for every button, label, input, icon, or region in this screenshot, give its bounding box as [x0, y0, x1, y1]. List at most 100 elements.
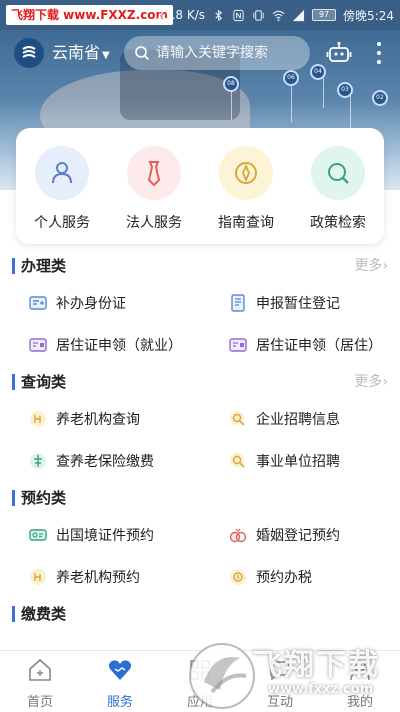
search-input[interactable] [156, 45, 306, 61]
service-label: 申报暂住登记 [256, 296, 340, 312]
section-header: 查询类 更多› [0, 366, 400, 398]
quick-service-label: 政策检索 [310, 215, 366, 231]
id-card-icon [29, 296, 47, 310]
service-item[interactable]: 事业单位招聘 [200, 440, 400, 482]
section-payment: 缴费类 [0, 598, 400, 630]
service-item[interactable]: 居住证申领（就业） [0, 324, 200, 366]
watermark-text: 飞翔下载 www.FXXZ.com [6, 5, 174, 25]
service-item[interactable]: 企业招聘信息 [200, 398, 400, 440]
service-label: 婚姻登记预约 [256, 528, 340, 544]
quick-service-legal[interactable]: 法人服务 [112, 146, 196, 244]
service-item[interactable]: 补办身份证 [0, 282, 200, 324]
heart-icon [108, 660, 132, 680]
search-box[interactable] [124, 36, 310, 70]
more-label: 更多 [354, 374, 383, 390]
section-accent-bar [12, 374, 15, 390]
passport-icon [29, 529, 47, 541]
more-link[interactable]: 更多› [354, 254, 388, 278]
home-icon [29, 658, 51, 681]
residence-card-icon [229, 338, 247, 352]
nav-label: 首页 [26, 695, 53, 710]
marriage-icon [229, 528, 247, 543]
section-accent-bar [12, 606, 15, 622]
network-line [291, 82, 292, 122]
service-item[interactable]: 婚姻登记预约 [200, 514, 400, 556]
watermark-url: www.fxxz.com [268, 682, 374, 697]
magnifier-icon [311, 146, 365, 200]
section-handle: 办理类 更多› 补办身份证 申报暂住登记 居住证申领（就业） 居住证申领（居住） [0, 250, 400, 366]
service-label: 居住证申领（就业） [56, 338, 182, 354]
compass-icon [219, 146, 273, 200]
battery-icon: 97 [312, 9, 337, 21]
nav-service[interactable]: 服务 [80, 651, 160, 712]
residence-card-icon [29, 338, 47, 352]
elderly-icon [30, 411, 46, 427]
vibrate-icon [253, 9, 264, 21]
nav-label: 应用 [186, 695, 213, 710]
section-appointment: 预约类 出国境证件预约 婚姻登记预约 养老机构预约 预约办税 [0, 482, 400, 598]
status-bar: 飞翔下载 www.FXXZ.com 33.8 K/s 97 傍晚5:24 [0, 0, 400, 30]
service-item[interactable]: 养老机构预约 [0, 556, 200, 598]
chevron-down-icon: ▼ [102, 50, 110, 61]
service-label: 出国境证件预约 [56, 528, 154, 544]
clock: 傍晚5:24 [343, 8, 394, 23]
more-link[interactable]: 更多› [354, 370, 388, 394]
service-label: 居住证申领（居住） [256, 338, 382, 354]
network-node: 02 [372, 90, 388, 106]
quick-service-guide[interactable]: 指南查询 [204, 146, 288, 244]
region-label: 云南省 [52, 43, 101, 62]
section-accent-bar [12, 258, 15, 274]
network-node: 04 [310, 64, 326, 80]
watermark-brand: 飞翔下载 [252, 648, 380, 683]
quick-service-label: 个人服务 [34, 215, 90, 231]
chevron-right-icon: › [382, 258, 388, 274]
service-label: 养老机构预约 [56, 570, 140, 586]
nav-apps[interactable]: 应用 [160, 651, 240, 712]
service-label: 查养老保险缴费 [56, 454, 154, 470]
bluetooth-icon [215, 9, 223, 21]
elderly-icon [30, 569, 46, 585]
section-title: 缴费类 [21, 605, 67, 623]
signal-icon [292, 9, 305, 21]
more-menu-icon[interactable] [372, 40, 386, 66]
chevron-right-icon: › [382, 374, 388, 390]
logo-icon [22, 46, 36, 58]
service-label: 企业招聘信息 [256, 412, 340, 428]
region-selector[interactable]: 云南省 ▼ [52, 40, 110, 66]
more-label: 更多 [354, 258, 383, 274]
service-item[interactable]: 出国境证件预约 [0, 514, 200, 556]
person-icon [35, 146, 89, 200]
nfc-icon [233, 9, 244, 21]
network-node: 08 [223, 76, 239, 92]
service-sections: 办理类 更多› 补办身份证 申报暂住登记 居住证申领（就业） 居住证申领（居住） [0, 250, 400, 650]
network-node: 06 [283, 70, 299, 86]
search-icon [135, 46, 150, 61]
service-label: 养老机构查询 [56, 412, 140, 428]
quick-service-label: 法人服务 [126, 215, 182, 231]
network-line [231, 90, 232, 120]
service-item[interactable]: 预约办税 [200, 556, 400, 598]
app-logo [14, 38, 44, 68]
service-item[interactable]: 申报暂住登记 [200, 282, 400, 324]
status-indicators: 33.8 K/s 97 傍晚5:24 [156, 0, 394, 30]
service-item[interactable]: 养老机构查询 [0, 398, 200, 440]
tax-icon [230, 569, 246, 585]
nav-home[interactable]: 首页 [0, 651, 80, 712]
robot-assistant-icon[interactable] [326, 40, 352, 66]
wifi-icon [272, 10, 285, 21]
search-doc-icon [230, 453, 245, 468]
section-title: 办理类 [21, 257, 67, 275]
service-item[interactable]: 居住证申领（居住） [200, 324, 400, 366]
service-grid: 补办身份证 申报暂住登记 居住证申领（就业） 居住证申领（居住） [0, 282, 400, 366]
service-item[interactable]: 查养老保险缴费 [0, 440, 200, 482]
quick-service-personal[interactable]: 个人服务 [20, 146, 104, 244]
network-speed: 33.8 K/s [156, 8, 206, 22]
nav-label: 服务 [106, 695, 133, 710]
section-header: 办理类 更多› [0, 250, 400, 282]
section-header: 缴费类 [0, 598, 400, 630]
network-line [323, 78, 324, 108]
quick-service-policy[interactable]: 政策检索 [296, 146, 380, 244]
section-header: 预约类 [0, 482, 400, 514]
section-title: 预约类 [21, 489, 67, 507]
network-node: 03 [337, 82, 353, 98]
